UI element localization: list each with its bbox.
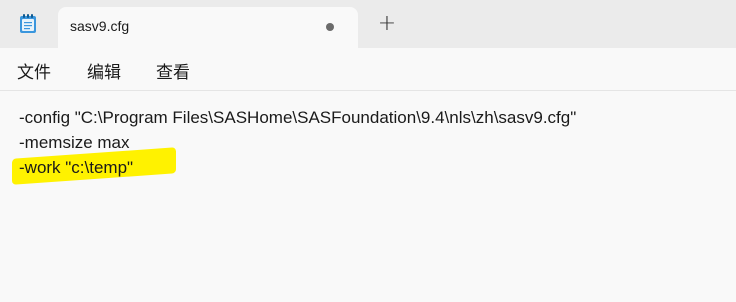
editor-line-2: -memsize max [19,133,130,152]
notepad-icon [17,13,39,35]
menu-edit[interactable]: 编辑 [87,58,121,83]
unsaved-dot-icon[interactable] [326,23,334,31]
menu-bar: 文件 编辑 查看 [0,48,736,90]
tab-strip: sasv9.cfg + [0,0,736,48]
tab-title: sasv9.cfg [70,18,130,34]
plus-icon[interactable]: + [377,13,397,35]
notepad-window: sasv9.cfg + 文件 编辑 查看 -config "C:\Program… [0,0,736,302]
editor-line-1: -config "C:\Program Files\SASHome\SASFou… [19,108,577,127]
menu-view[interactable]: 查看 [156,58,190,83]
menu-file[interactable]: 文件 [17,58,51,83]
text-editor[interactable]: -config "C:\Program Files\SASHome\SASFou… [0,91,736,302]
tab-sasv9-cfg[interactable]: sasv9.cfg [58,7,358,48]
editor-line-3: -work "c:\temp" [19,158,134,177]
